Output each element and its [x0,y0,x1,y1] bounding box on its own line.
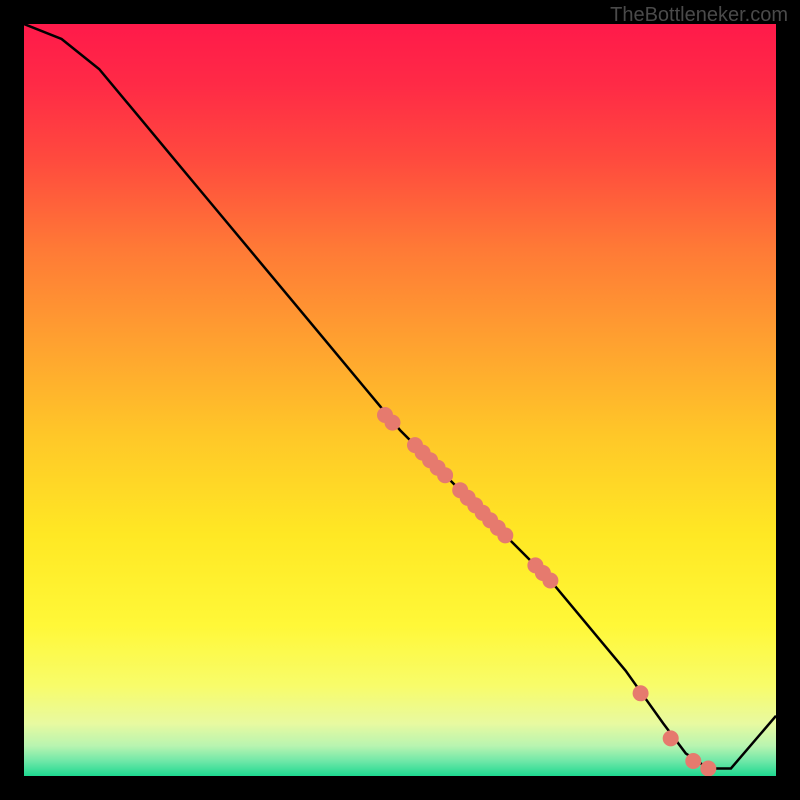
chart-container: TheBottleneker.com [0,0,800,800]
attribution-text: TheBottleneker.com [610,4,788,27]
marker-dot [700,761,716,777]
marker-dot [633,685,649,701]
gradient-background [24,24,776,776]
chart-svg [24,24,776,776]
marker-dot [437,467,453,483]
plot-area [24,24,776,776]
marker-dot [497,527,513,543]
marker-dot [685,753,701,769]
marker-dot [542,573,558,589]
marker-dot [385,415,401,431]
marker-dot [663,730,679,746]
